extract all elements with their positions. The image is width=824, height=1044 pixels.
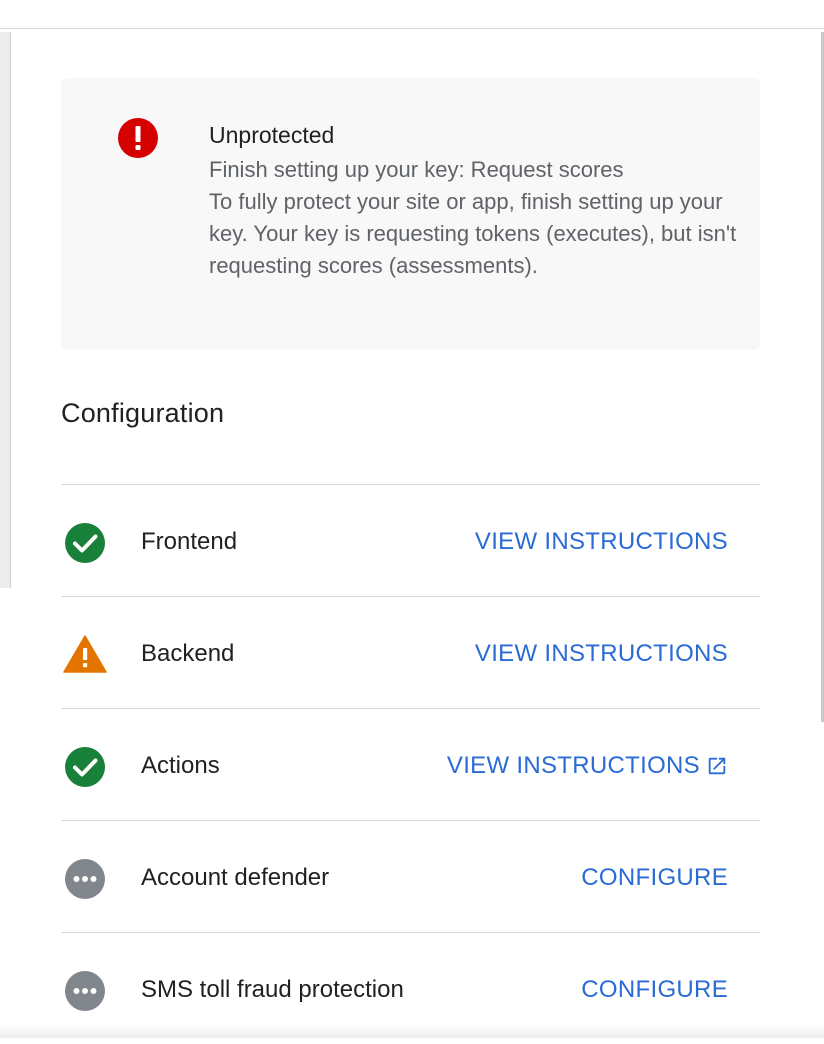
config-label-backend: Backend xyxy=(141,639,234,669)
view-instructions-frontend-label: VIEW INSTRUCTIONS xyxy=(475,527,728,557)
error-icon xyxy=(118,118,158,158)
configure-sms-toll-fraud-label: CONFIGURE xyxy=(581,975,728,1005)
configure-sms-toll-fraud-link[interactable]: CONFIGURE xyxy=(581,975,728,1005)
config-row-backend: Backend VIEW INSTRUCTIONS xyxy=(61,596,760,708)
config-row-frontend: Frontend VIEW INSTRUCTIONS xyxy=(61,484,760,596)
status-alert-card: Unprotected Finish setting up your key: … xyxy=(61,78,760,350)
alert-title: Unprotected xyxy=(209,120,739,150)
view-instructions-backend-link[interactable]: VIEW INSTRUCTIONS xyxy=(475,639,728,669)
configure-account-defender-link[interactable]: CONFIGURE xyxy=(581,863,728,893)
top-divider xyxy=(0,28,824,29)
warning-icon xyxy=(63,633,107,677)
config-row-actions: Actions VIEW INSTRUCTIONS xyxy=(61,708,760,820)
config-label-account-defender: Account defender xyxy=(141,863,329,893)
bottom-shadow xyxy=(0,1024,824,1038)
view-instructions-actions-label: VIEW INSTRUCTIONS xyxy=(447,751,700,781)
more-horiz-icon xyxy=(63,857,107,901)
view-instructions-actions-link[interactable]: VIEW INSTRUCTIONS xyxy=(447,751,728,781)
configuration-heading: Configuration xyxy=(61,398,224,429)
alert-subtitle: Finish setting up your key: Request scor… xyxy=(209,154,739,186)
configure-account-defender-label: CONFIGURE xyxy=(581,863,728,893)
config-label-actions: Actions xyxy=(141,751,220,781)
view-instructions-frontend-link[interactable]: VIEW INSTRUCTIONS xyxy=(475,527,728,557)
view-instructions-backend-label: VIEW INSTRUCTIONS xyxy=(475,639,728,669)
check-circle-icon xyxy=(63,745,107,789)
config-label-sms-toll-fraud: SMS toll fraud protection xyxy=(141,975,404,1005)
open-in-new-icon xyxy=(706,755,728,777)
left-panel-edge xyxy=(0,32,11,588)
configuration-list: Frontend VIEW INSTRUCTIONS Backend VIEW … xyxy=(61,484,760,1044)
alert-body: To fully protect your site or app, finis… xyxy=(209,186,739,282)
config-row-account-defender: Account defender CONFIGURE xyxy=(61,820,760,932)
more-horiz-icon xyxy=(63,969,107,1013)
config-label-frontend: Frontend xyxy=(141,527,237,557)
alert-text: Unprotected Finish setting up your key: … xyxy=(209,120,739,282)
check-circle-icon xyxy=(63,521,107,565)
